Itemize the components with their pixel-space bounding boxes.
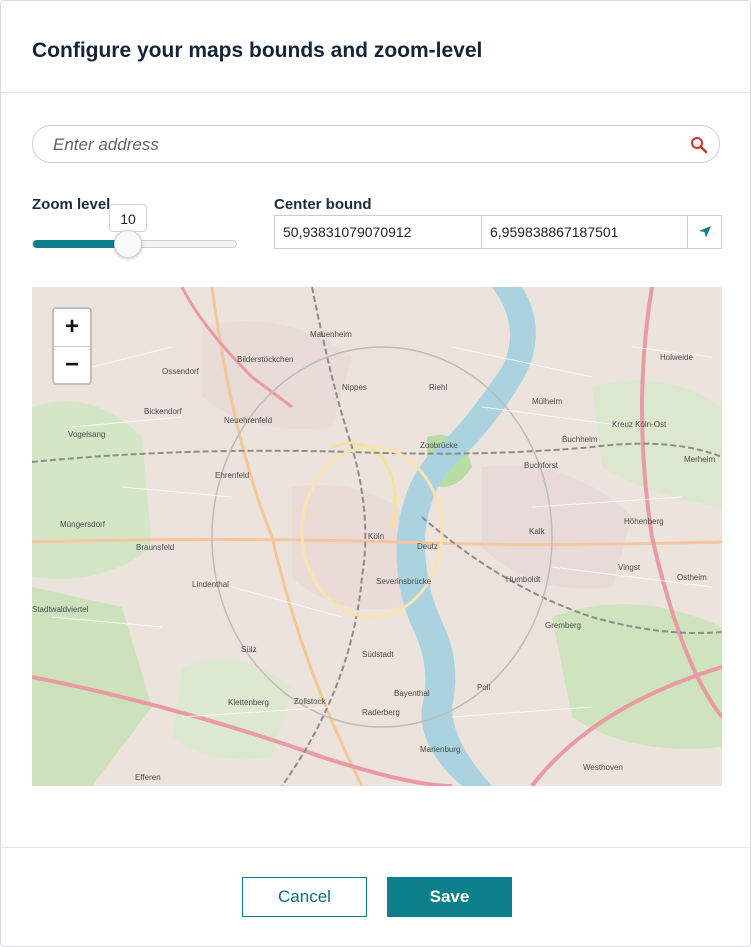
- map-label: Bayenthal: [394, 689, 430, 698]
- zoom-value-tooltip: 10: [109, 204, 147, 232]
- configure-map-dialog: Configure your maps bounds and zoom-leve…: [0, 0, 751, 947]
- map-zoom-in-button[interactable]: +: [54, 309, 90, 347]
- map-label: Stadtwaldviertel: [32, 605, 89, 614]
- save-button[interactable]: Save: [387, 877, 512, 917]
- map-zoom-control: + −: [52, 307, 92, 385]
- address-search-input[interactable]: [51, 134, 675, 156]
- map-label: Westhoven: [583, 763, 623, 772]
- map-label: Poll: [477, 683, 491, 692]
- map-label: Ehrenfeld: [215, 471, 250, 480]
- map-label: Neuehrenfeld: [224, 416, 273, 425]
- footer-divider: [1, 847, 750, 848]
- map-label: Zoobrücke: [420, 441, 458, 450]
- map-label: Kalk: [529, 527, 545, 536]
- map-zoom-out-button[interactable]: −: [54, 347, 90, 384]
- longitude-field[interactable]: 6,959838867187501: [481, 215, 688, 249]
- map-label: Köln: [368, 532, 385, 541]
- map-label: Efferen: [135, 773, 161, 782]
- header-divider: [1, 92, 750, 93]
- zoom-level-label: Zoom level: [32, 196, 111, 213]
- map-label: Braunsfeld: [136, 543, 175, 552]
- map-label: Bilderstöckchen: [237, 355, 294, 364]
- map-label: Mülheim: [532, 397, 563, 406]
- address-search-box: [32, 125, 720, 163]
- map-label: Riehl: [429, 383, 448, 392]
- map-label: Bickendorf: [144, 407, 182, 416]
- center-bound-label: Center bound: [274, 196, 372, 213]
- map-label: Ossendorf: [162, 367, 199, 376]
- map-label: Südstadt: [362, 650, 394, 659]
- map-label: Müngersdorf: [60, 520, 105, 529]
- map-label: Buchforst: [524, 461, 558, 470]
- search-icon[interactable]: [689, 135, 709, 155]
- map-label: Holweide: [660, 353, 693, 362]
- map-view[interactable]: + − Mauenheim Ossendorf Bilderstöckchen …: [32, 287, 722, 786]
- location-arrow-icon: [699, 226, 711, 238]
- map-label: Höhenberg: [624, 517, 664, 526]
- map-label: Marienburg: [420, 745, 461, 754]
- map-label: Gremberg: [545, 621, 582, 630]
- map-label: Raderberg: [362, 708, 400, 717]
- dialog-title: Configure your maps bounds and zoom-leve…: [32, 39, 483, 62]
- map-label: Buchheim: [562, 435, 598, 444]
- map-label: Merheim: [684, 455, 716, 464]
- map-label: Deutz: [417, 542, 438, 551]
- map-label: Klettenberg: [228, 698, 269, 707]
- map-label: Vogelsang: [68, 430, 106, 439]
- cancel-button[interactable]: Cancel: [242, 877, 367, 917]
- map-label: Zollstock: [294, 697, 326, 706]
- map-label: Lindenthal: [192, 580, 229, 589]
- zoom-slider-handle[interactable]: [114, 230, 142, 258]
- map-label: Kreuz Köln-Ost: [612, 420, 667, 429]
- map-label: Vingst: [618, 563, 641, 572]
- map-label: Mauenheim: [310, 330, 352, 339]
- latitude-field[interactable]: 50,93831079070912: [274, 215, 482, 249]
- map-label: Severinsbrücke: [376, 577, 432, 586]
- map-label: Ostheim: [677, 573, 707, 582]
- map-label: Sülz: [241, 645, 257, 654]
- map-label: Nippes: [342, 383, 367, 392]
- locate-button[interactable]: [687, 215, 722, 249]
- map-label: Humboldt: [506, 575, 541, 584]
